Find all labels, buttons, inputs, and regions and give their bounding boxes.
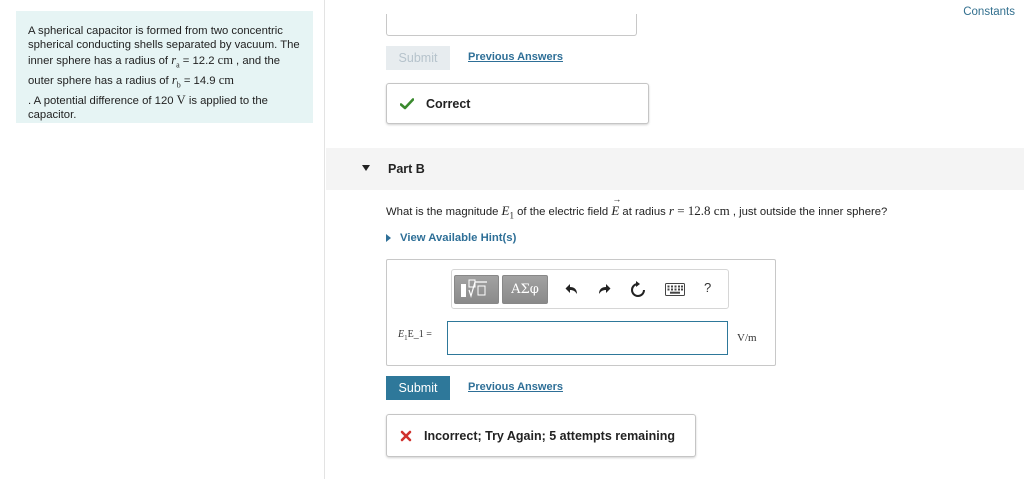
checkmark-icon <box>400 97 414 109</box>
reset-icon[interactable] <box>630 280 646 298</box>
unit-label: V/m <box>737 332 757 344</box>
part-b-question: What is the magnitude E1 of the electric… <box>386 194 888 221</box>
help-button[interactable]: ? <box>704 280 711 295</box>
problem-panel: A spherical capacitor is formed from two… <box>0 0 325 479</box>
part-b-feedback: Incorrect; Try Again; 5 attempts remaini… <box>386 414 696 457</box>
volt-unit: V <box>176 92 186 107</box>
view-hints-label: View Available Hint(s) <box>400 232 517 244</box>
collapse-caret-icon[interactable] <box>362 165 370 171</box>
templates-icon <box>461 279 487 299</box>
part-b-title: Part B <box>388 162 425 176</box>
problem-statement: A spherical capacitor is formed from two… <box>16 11 313 123</box>
answer-editor: ΑΣφ ? E1E_1 = V/m <box>386 259 776 366</box>
rb-unit: cm <box>218 72 234 87</box>
ra-unit: cm <box>217 52 233 67</box>
math-toolbar: ΑΣφ ? <box>451 269 729 309</box>
view-hints-toggle[interactable]: View Available Hint(s) <box>386 232 516 244</box>
part-a-previous-answers-link[interactable]: Previous Answers <box>468 51 563 63</box>
constants-link[interactable]: Constants <box>963 6 1015 18</box>
problem-voltage-text: . A potential difference of 120 <box>28 94 177 107</box>
part-b-submit-button[interactable]: Submit <box>386 376 450 400</box>
redo-icon[interactable] <box>596 281 612 297</box>
part-a-submit-button: Submit <box>386 46 450 70</box>
answer-input[interactable] <box>447 321 728 355</box>
part-a-answer-field[interactable] <box>386 14 637 36</box>
part-a-feedback: Correct <box>386 83 649 124</box>
e1-symbol: E1 <box>501 203 514 221</box>
expand-caret-icon <box>386 234 391 243</box>
keyboard-icon[interactable] <box>665 283 685 296</box>
rb-symbol: rb <box>171 72 181 90</box>
ra-value: = 12.2 <box>179 54 218 67</box>
templates-button[interactable] <box>454 275 499 304</box>
rb-value: = 14.9 <box>180 74 219 87</box>
part-b-header[interactable]: Part B <box>326 148 1024 190</box>
answer-input-label: E1E_1 = <box>398 329 432 342</box>
part-a-feedback-text: Correct <box>426 96 471 111</box>
part-b-previous-answers-link[interactable]: Previous Answers <box>468 381 563 393</box>
e-vector-symbol: → E <box>611 194 622 218</box>
greek-symbols-button[interactable]: ΑΣφ <box>502 275 548 304</box>
undo-icon[interactable] <box>564 281 580 297</box>
ra-symbol: ra <box>171 52 180 70</box>
part-b-feedback-text: Incorrect; Try Again; 5 attempts remaini… <box>424 428 675 443</box>
x-mark-icon <box>400 430 412 441</box>
